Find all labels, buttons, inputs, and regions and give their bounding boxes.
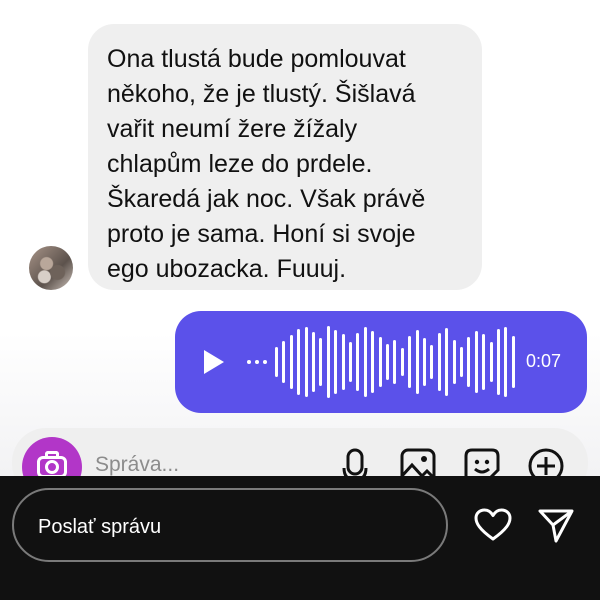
message-line: vařit neumí žere žížaly xyxy=(107,115,358,143)
waveform-bar xyxy=(356,333,360,391)
waveform-bar xyxy=(386,344,389,380)
waveform-bar xyxy=(304,327,308,397)
chat-thread: Ona tlustá bude pomlouvat někoho, že je … xyxy=(0,0,600,476)
reply-bar: Poslať správu xyxy=(0,476,600,600)
waveform-bar xyxy=(289,335,293,389)
waveform-bar xyxy=(489,342,493,382)
message-line: Škaredá jak noc. Však právě xyxy=(107,185,426,213)
message-input[interactable]: Správa... xyxy=(95,453,179,477)
waveform-bar xyxy=(326,326,330,398)
voice-message-bubble[interactable]: 0:07 xyxy=(175,311,587,413)
waveform-bar xyxy=(415,330,419,394)
waveform-bar xyxy=(467,337,471,387)
waveform-bar xyxy=(334,330,338,394)
waveform-bar xyxy=(445,328,449,396)
waveform-bar xyxy=(341,334,345,390)
heart-icon[interactable] xyxy=(474,508,512,542)
waveform-bar xyxy=(297,329,301,395)
waveform-bar xyxy=(452,340,456,384)
waveform-bar xyxy=(474,331,478,393)
camera-lens-icon xyxy=(45,460,59,474)
waveform-dot xyxy=(263,360,267,364)
message-line: proto je sama. Honí si svoje xyxy=(107,220,416,248)
waveform-bar xyxy=(482,334,486,390)
waveform-bar xyxy=(312,332,315,392)
send-icon[interactable] xyxy=(538,509,574,543)
waveform-bar xyxy=(504,327,508,397)
reply-placeholder: Poslať správu xyxy=(38,516,162,538)
reply-input[interactable]: Poslať správu xyxy=(12,488,448,562)
message-line: někoho, že je tlustý. Šišlavá xyxy=(107,80,416,108)
waveform-bar xyxy=(275,347,278,377)
waveform-bar xyxy=(460,347,463,377)
play-icon[interactable] xyxy=(204,350,224,374)
waveform-bar xyxy=(371,331,375,393)
waveform-bar xyxy=(437,333,441,391)
waveform-bar xyxy=(393,340,397,384)
waveform-bar xyxy=(408,336,412,388)
waveform-bar xyxy=(378,337,382,387)
waveform-bar xyxy=(282,341,286,383)
waveform-bar xyxy=(497,329,500,395)
waveform-bar xyxy=(423,338,426,386)
message-line: Ona tlustá bude pomlouvat xyxy=(107,45,406,73)
waveform-bar xyxy=(430,345,434,379)
avatar[interactable] xyxy=(29,246,73,290)
message-line: chlapům leze do prdele. xyxy=(107,150,373,178)
waveform-bar xyxy=(319,338,323,386)
audio-waveform[interactable] xyxy=(247,311,517,413)
waveform-bar xyxy=(511,336,515,388)
waveform-dot xyxy=(247,360,251,364)
message-line: ego ubozacka. Fuuuj. xyxy=(107,255,347,283)
waveform-bar xyxy=(363,327,367,397)
voice-duration: 0:07 xyxy=(526,351,562,371)
incoming-message-bubble[interactable]: Ona tlustá bude pomlouvat někoho, že je … xyxy=(88,24,482,290)
waveform-dot xyxy=(255,360,259,364)
waveform-bar xyxy=(349,342,352,382)
waveform-bar xyxy=(400,348,404,376)
